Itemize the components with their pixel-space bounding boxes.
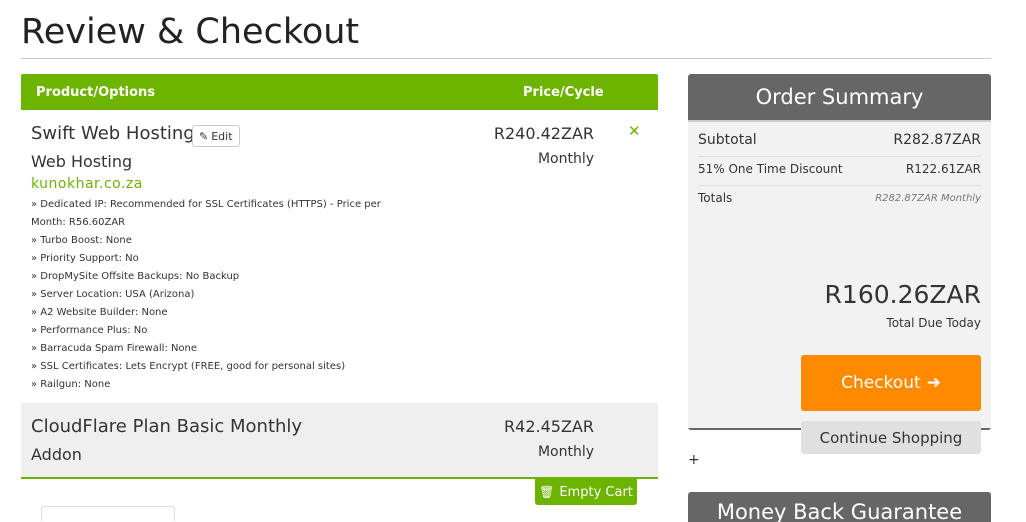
money-back-guarantee-title: Money Back Guarantee [688, 492, 991, 522]
product-name: CloudFlare Plan Basic Monthly [31, 416, 303, 437]
arrow-right-icon: ➜ [926, 373, 941, 393]
checkout-label: Checkout [841, 373, 921, 393]
subtotal-label: Subtotal [698, 132, 757, 148]
page-title: Review & Checkout [21, 12, 360, 52]
edit-label: Edit [211, 129, 233, 143]
subtotal-row: Subtotal R282.87ZAR [698, 132, 981, 148]
option-item: » Barracuda Spam Firewall: None [31, 343, 198, 354]
order-summary-panel: Order Summary Subtotal R282.87ZAR 51% On… [688, 74, 991, 454]
edit-product-button[interactable]: ✎ Edit [192, 125, 240, 147]
item-price: R240.42ZAR [493, 124, 594, 143]
discount-value: R122.61ZAR [905, 162, 981, 176]
empty-cart-label: Empty Cart [559, 484, 633, 500]
total-due-amount: R160.26ZAR [824, 280, 981, 309]
cart-item: Swift Web Hosting ✎ Edit Web Hosting kun… [21, 110, 658, 403]
option-item: » DropMySite Offsite Backups: No Backup [31, 271, 240, 282]
product-group: Web Hosting [31, 152, 133, 171]
option-item: » Priority Support: No [31, 253, 139, 264]
title-divider [21, 58, 991, 59]
option-item: » Performance Plus: No [31, 325, 148, 336]
subtotal-value: R282.87ZAR [893, 132, 981, 148]
totals-label: Totals [698, 191, 733, 205]
order-summary-title: Order Summary [688, 74, 991, 120]
summary-divider [698, 156, 981, 157]
domain-link[interactable]: kunokhar.co.za [31, 176, 143, 192]
plus-icon: + [688, 452, 700, 468]
product-name: Swift Web Hosting [31, 123, 195, 144]
item-price: R42.45ZAR [504, 417, 594, 436]
item-cycle: Monthly [537, 444, 594, 460]
checkout-button[interactable]: Checkout ➜ [801, 355, 981, 411]
option-item: » Server Location: USA (Arizona) [31, 289, 195, 300]
continue-shopping-button[interactable]: Continue Shopping [801, 421, 981, 454]
totals-value: R282.87ZAR Monthly [875, 193, 981, 204]
total-due-label: Total Due Today [886, 316, 981, 330]
item-cycle: Monthly [537, 151, 594, 167]
price-cycle-column-header: Price/Cycle [523, 85, 604, 100]
totals-row: Totals R282.87ZAR Monthly [698, 191, 981, 205]
cart-table-header: Product/Options Price/Cycle [21, 74, 658, 110]
option-item: » A2 Website Builder: None [31, 307, 168, 318]
option-item: » SSL Certificates: Lets Encrypt (FREE, … [31, 361, 346, 372]
discount-label: 51% One Time Discount [698, 162, 843, 176]
summary-divider [698, 185, 981, 186]
option-item: » Railgun: None [31, 379, 111, 390]
trash-icon: 🗑 [539, 485, 555, 499]
cart-item: CloudFlare Plan Basic Monthly Addon R42.… [21, 403, 658, 477]
discount-row: 51% One Time Discount R122.61ZAR [698, 162, 981, 176]
product-options-list: » Dedicated IP: Recommended for SSL Cert… [31, 196, 391, 394]
option-item: » Turbo Boost: None [31, 235, 132, 246]
product-options-column-header: Product/Options [36, 85, 156, 100]
empty-cart-button[interactable]: 🗑 Empty Cart [535, 479, 637, 505]
option-item: » Dedicated IP: Recommended for SSL Cert… [31, 199, 381, 228]
order-summary-body: Subtotal R282.87ZAR 51% One Time Discoun… [688, 120, 991, 454]
pencil-icon: ✎ [199, 129, 209, 143]
remove-item-icon[interactable]: ✕ [628, 122, 641, 140]
product-group: Addon [31, 445, 82, 464]
